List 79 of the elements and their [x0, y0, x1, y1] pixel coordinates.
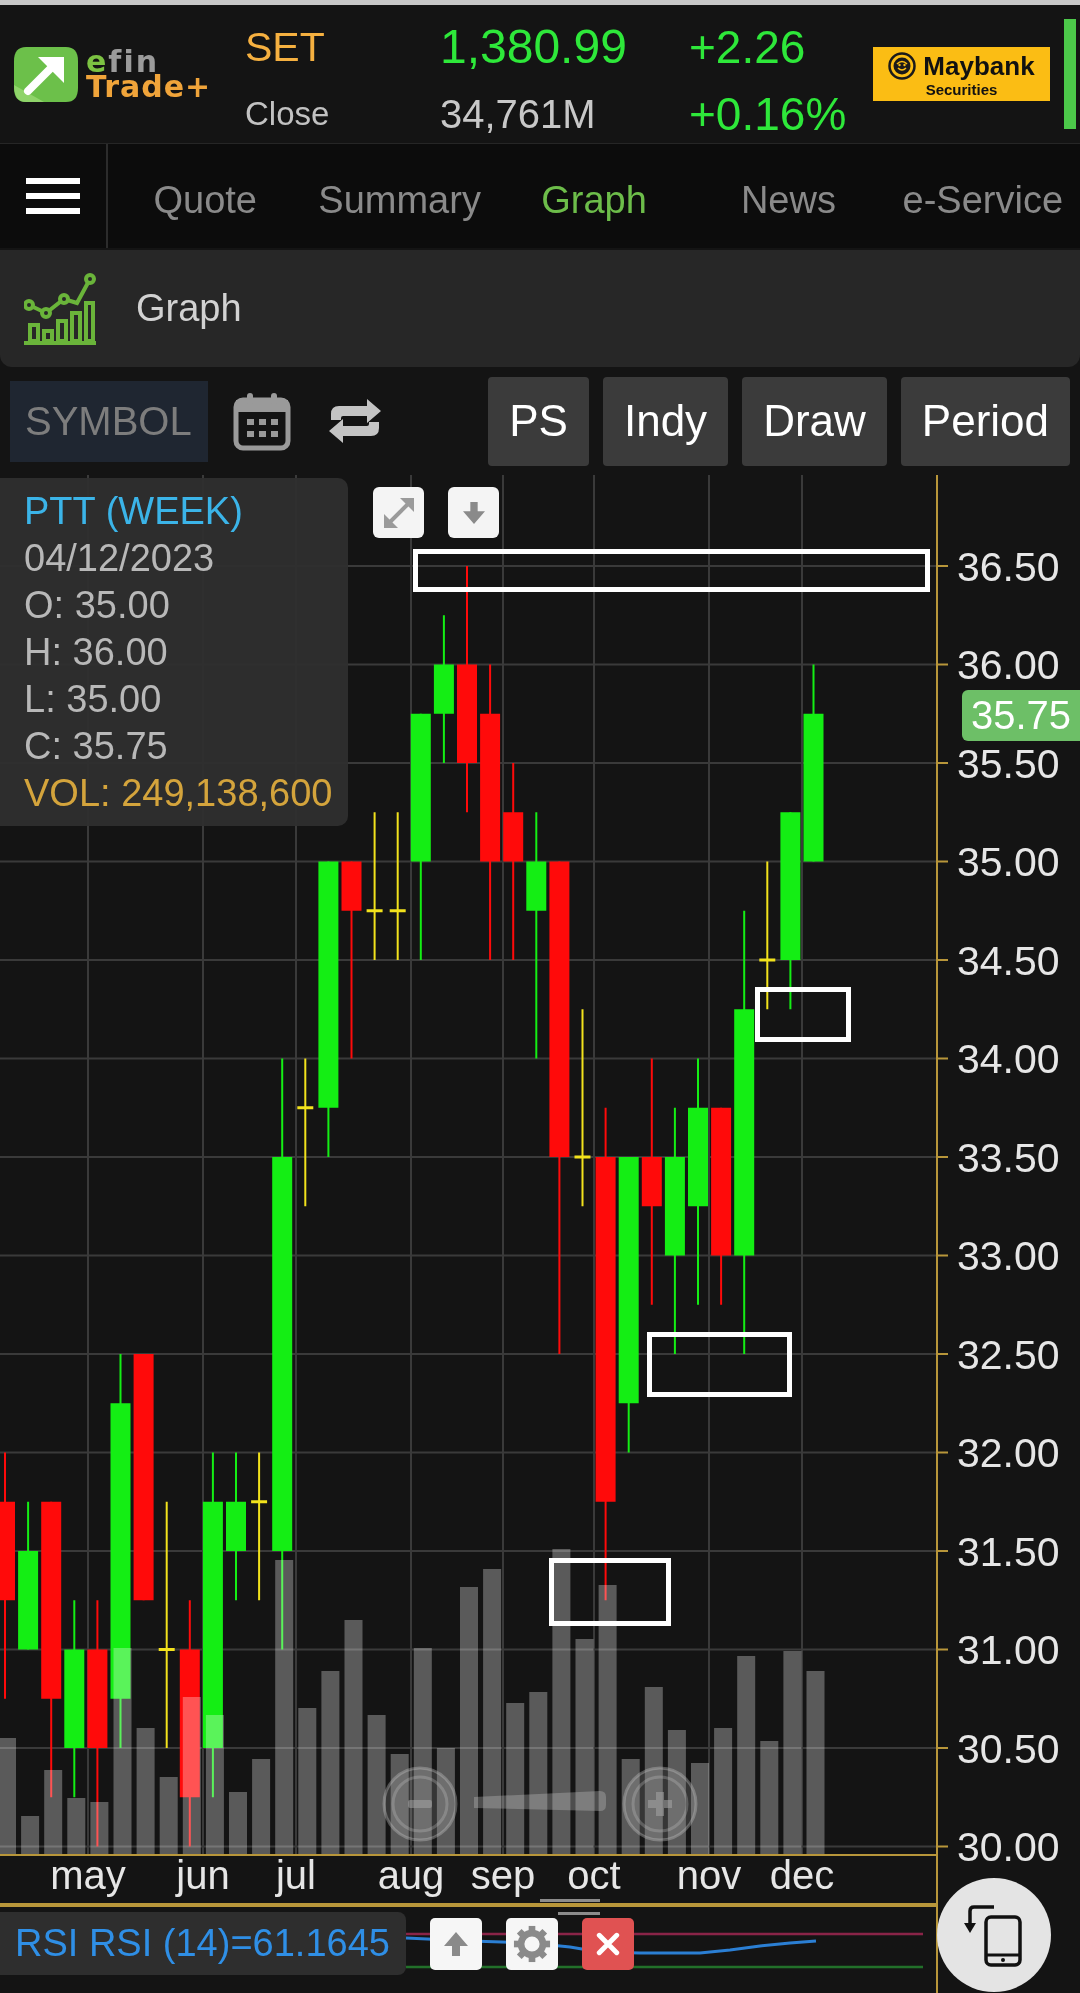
toolbar-button[interactable]: Draw: [742, 376, 887, 466]
price-tag: 35.75: [962, 690, 1080, 741]
symbol-field[interactable]: SYMBOL: [10, 380, 208, 462]
symbol-title: PTT (WEEK): [24, 489, 243, 534]
price-label: 31.00: [957, 1627, 1060, 1673]
minus-icon: [408, 1800, 432, 1808]
logo-text: efin: [86, 49, 160, 74]
close-icon: [596, 1932, 620, 1956]
move-up-button[interactable]: [430, 1918, 482, 1970]
arrow-up-icon: [444, 1932, 468, 1956]
nav-tab[interactable]: Graph: [496, 144, 692, 248]
index-change: +2.26: [689, 20, 806, 74]
index-name: SET: [245, 23, 325, 71]
expand-icon: [381, 495, 416, 530]
index-change-percent: +0.16%: [689, 87, 847, 141]
logo-text: Trade+: [86, 74, 212, 99]
price-label: 36.50: [957, 543, 1060, 590]
emblem-icon: [888, 51, 917, 80]
chart-icon: [24, 272, 96, 345]
price-label: 31.50: [957, 1528, 1060, 1575]
price-label: 35.50: [957, 740, 1060, 787]
volume-bar: [21, 1816, 40, 1855]
price-label: 34.50: [957, 937, 1060, 984]
price-label: 34.00: [957, 1036, 1060, 1082]
month-label: jul: [276, 1853, 316, 1897]
ohlc-value: H: 36.00: [24, 630, 168, 675]
close-button[interactable]: [582, 1918, 634, 1970]
price-label: 33.50: [957, 1134, 1060, 1181]
ohlc-value: L: 35.00: [24, 677, 162, 722]
settings-icon: [513, 1925, 551, 1963]
market-status: Close: [245, 94, 330, 134]
toolbar-button[interactable]: PS: [488, 376, 589, 466]
month-label: oct: [567, 1853, 621, 1897]
zoom-out-button[interactable]: [382, 1766, 458, 1842]
broker-name: Maybank: [923, 50, 1035, 81]
nav-tab[interactable]: e-Service: [885, 144, 1080, 248]
nav-tab[interactable]: Summary: [302, 144, 497, 248]
price-label: 36.00: [957, 642, 1060, 688]
month-label: aug: [377, 1853, 445, 1897]
month-label: may: [50, 1853, 126, 1897]
plus-icon: [648, 1792, 672, 1816]
price-label: 33.00: [957, 1233, 1060, 1279]
volume-bar: [229, 1792, 247, 1855]
ohlc-value: C: 35.75: [24, 724, 168, 769]
month-label: jun: [176, 1853, 230, 1897]
nav-tab[interactable]: Quote: [108, 144, 303, 248]
zoom-wedge-icon: [474, 1791, 606, 1811]
month-label: sep: [470, 1853, 536, 1897]
ohlc-value: O: 35.00: [24, 583, 170, 628]
calendar-icon[interactable]: [233, 391, 291, 451]
price-label: 30.00: [957, 1824, 1060, 1870]
broker-subtitle: Securities: [925, 80, 998, 98]
month-label: nov: [676, 1853, 742, 1897]
volume-bar: [67, 1798, 86, 1855]
date-text: 04/12/2023: [24, 536, 215, 581]
arrow-down-icon: [462, 501, 485, 524]
price-label: 32.00: [957, 1430, 1060, 1476]
screen-rotation-icon: [964, 1903, 1024, 1967]
zoom-in-button[interactable]: [622, 1766, 698, 1842]
menu-icon[interactable]: [26, 178, 80, 214]
month-label: dec: [769, 1853, 835, 1897]
price-label: 32.50: [957, 1331, 1060, 1378]
volume-text: VOL: 249,138,600: [24, 771, 333, 816]
arrow-logo-icon: [14, 46, 78, 102]
section-title: Graph: [136, 287, 242, 330]
nav-tab[interactable]: News: [691, 144, 886, 248]
expand-button[interactable]: [373, 487, 424, 538]
drag-handle-icon[interactable]: [540, 1899, 600, 1915]
trade-value: 34,761M: [440, 91, 596, 138]
toolbar-button[interactable]: Indy: [602, 376, 729, 466]
arrow-down-button[interactable]: [448, 487, 499, 538]
indicator-label: RSI RSI (14)=61.1645: [0, 1912, 406, 1975]
price-label: 35.00: [957, 839, 1060, 885]
price-label: 30.50: [957, 1725, 1060, 1772]
volume-bar: [90, 1802, 109, 1855]
refresh-icon[interactable]: [327, 398, 383, 444]
index-value: 1,380.99: [440, 19, 627, 75]
settings-button[interactable]: [506, 1918, 558, 1970]
toolbar-button[interactable]: Period: [900, 376, 1070, 466]
